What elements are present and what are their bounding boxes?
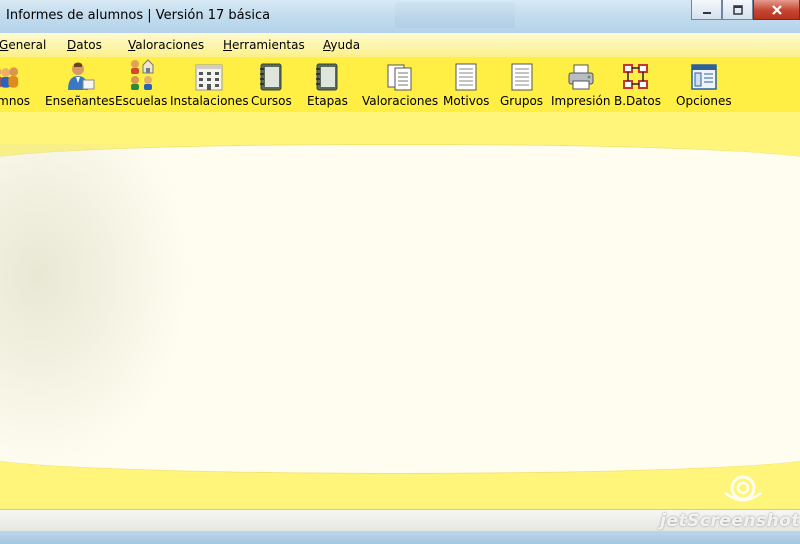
toolbar-escuelas-button[interactable]: Escuelas bbox=[115, 59, 167, 108]
window-bottom-frame bbox=[0, 531, 800, 544]
toolbar-opciones-button[interactable]: Opciones bbox=[676, 61, 732, 108]
toolbar-bdatos-button[interactable]: B.Datos bbox=[614, 61, 661, 108]
toolbar: Alumnos Enseñantes Escuelas bbox=[0, 57, 800, 112]
main-workspace bbox=[0, 112, 800, 509]
notebook-icon bbox=[256, 61, 286, 91]
maximize-button[interactable] bbox=[722, 0, 753, 20]
students-icon bbox=[0, 61, 19, 91]
toolbar-impresion-button[interactable]: Impresión bbox=[551, 61, 610, 108]
maximize-icon bbox=[732, 4, 743, 15]
printer-icon bbox=[566, 61, 596, 91]
toolbar-alumnos-button[interactable]: Alumnos bbox=[0, 61, 30, 108]
menu-ayuda[interactable]: Ayuda bbox=[323, 38, 360, 52]
pages-icon bbox=[385, 61, 415, 91]
close-button[interactable] bbox=[753, 0, 800, 20]
camera-logo-icon bbox=[724, 475, 762, 502]
building-icon bbox=[194, 61, 224, 91]
teacher-icon bbox=[65, 61, 95, 91]
notebook-icon bbox=[312, 61, 342, 91]
page-icon bbox=[451, 61, 481, 91]
watermark-text: jetScreenshot bbox=[660, 511, 800, 531]
minimize-icon bbox=[702, 11, 711, 14]
window-controls bbox=[691, 0, 800, 20]
toolbar-cursos-button[interactable]: Cursos bbox=[251, 61, 292, 108]
toolbar-instalaciones-button[interactable]: Instalaciones bbox=[170, 61, 249, 108]
minimize-button[interactable] bbox=[691, 0, 722, 20]
database-tree-icon bbox=[622, 61, 652, 91]
schools-icon bbox=[126, 59, 156, 91]
menu-datos[interactable]: Datos bbox=[67, 38, 102, 52]
window-title: Informes de alumnos | Versión 17 básica bbox=[6, 8, 271, 23]
menu-herramientas[interactable]: Herramientas bbox=[223, 38, 305, 52]
page-icon bbox=[507, 61, 537, 91]
toolbar-ensenantes-button[interactable]: Enseñantes bbox=[45, 61, 115, 108]
options-window-icon bbox=[689, 61, 719, 91]
toolbar-valoraciones-button[interactable]: Valoraciones bbox=[362, 61, 438, 108]
background-watermark-art bbox=[0, 144, 190, 474]
background-window-ghost bbox=[395, 2, 515, 28]
menu-bar: General Datos Valoraciones Herramientas … bbox=[0, 33, 800, 57]
menu-general[interactable]: General bbox=[0, 38, 46, 52]
toolbar-motivos-button[interactable]: Motivos bbox=[443, 61, 489, 108]
menu-valoraciones[interactable]: Valoraciones bbox=[128, 38, 204, 52]
toolbar-grupos-button[interactable]: Grupos bbox=[500, 61, 543, 108]
status-bar: jetScreenshot bbox=[0, 509, 800, 532]
close-icon bbox=[771, 4, 782, 15]
toolbar-etapas-button[interactable]: Etapas bbox=[307, 61, 348, 108]
title-bar: Informes de alumnos | Versión 17 básica bbox=[0, 0, 800, 33]
